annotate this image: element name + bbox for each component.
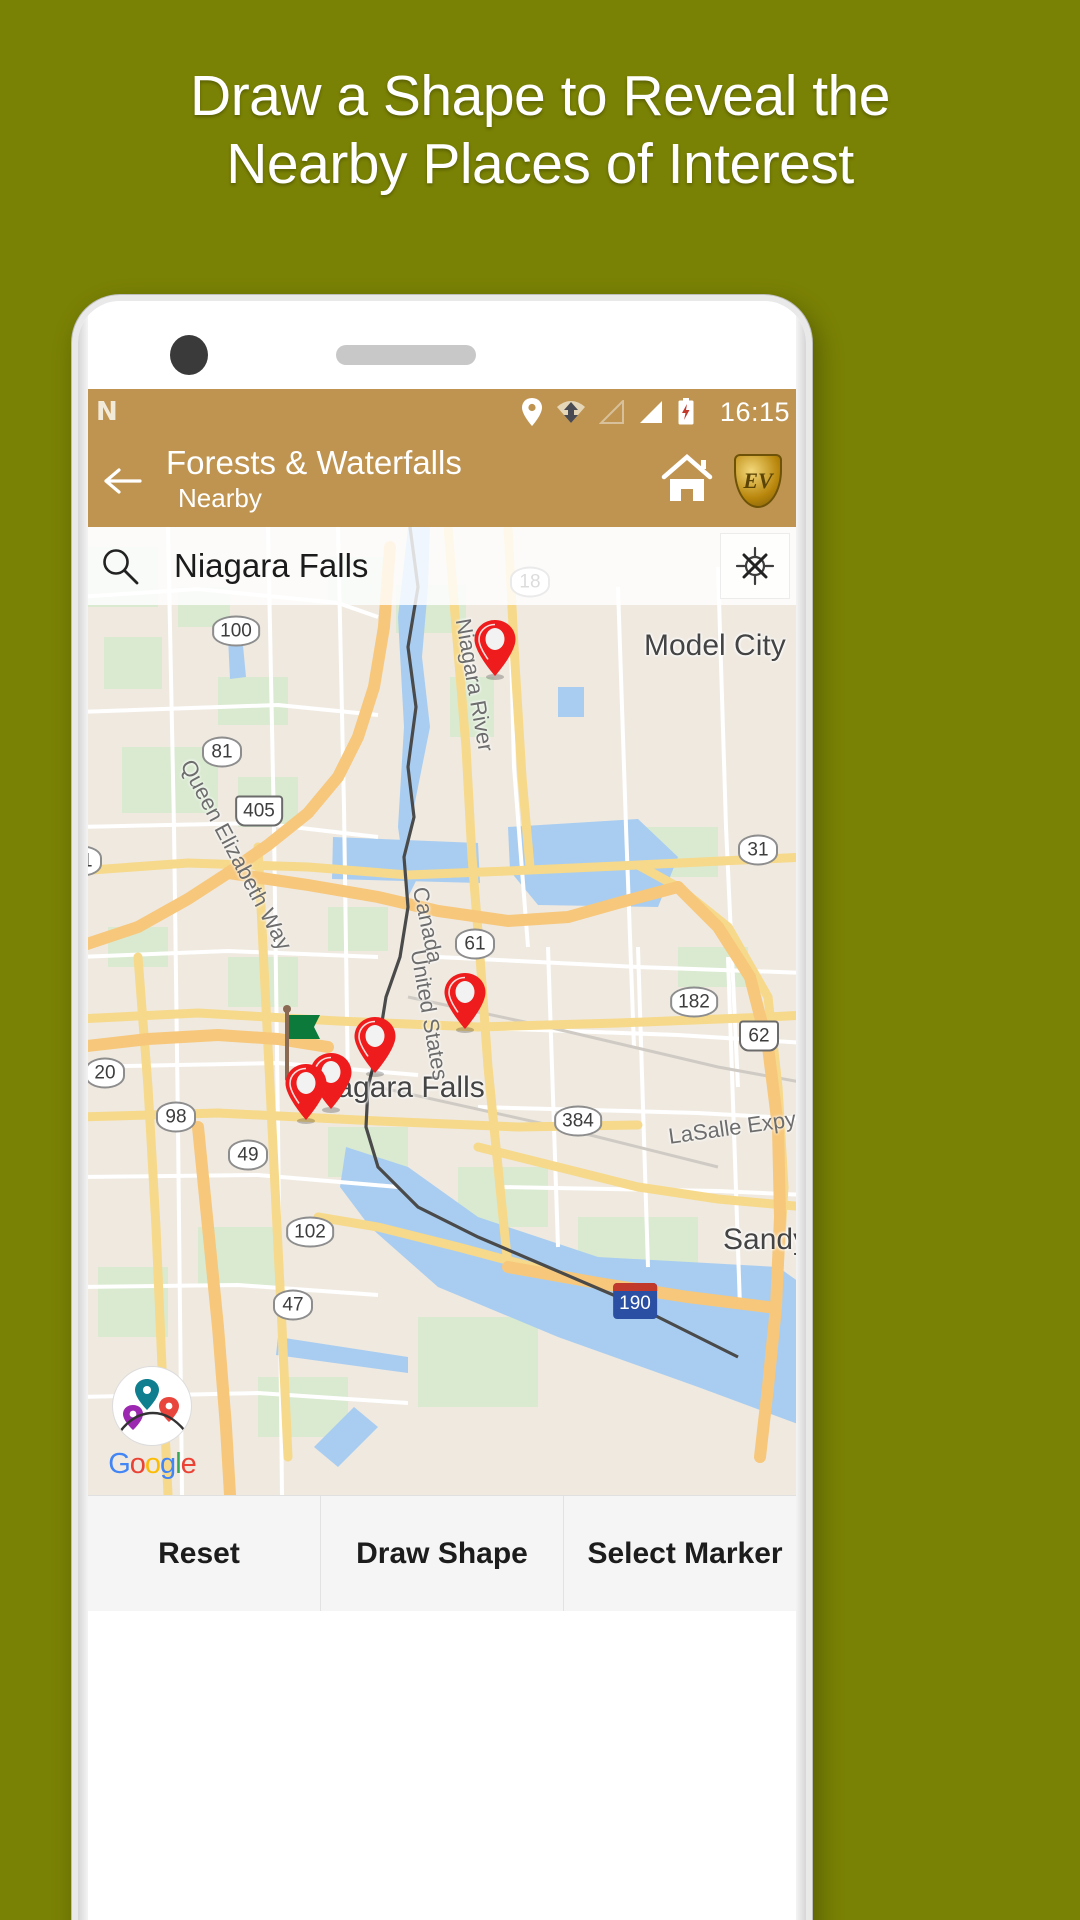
map-marker-pin[interactable] [442, 972, 488, 1034]
page-subtitle: Nearby [178, 482, 262, 513]
phone-frame: N 16:15 Forests & Waterfalls Nearby EV N… [72, 295, 812, 1920]
route-shield: 384 [554, 1105, 602, 1137]
signal-full-icon [639, 401, 662, 423]
back-arrow-icon [104, 468, 142, 494]
search-button[interactable] [100, 546, 156, 586]
map-place-label: Sandy Beach [723, 1223, 806, 1256]
map-marker-pin[interactable] [472, 619, 518, 681]
wifi-icon [556, 401, 585, 423]
google-attribution[interactable]: Google [98, 1366, 206, 1481]
promo-line-1: Draw a Shape to Reveal the [190, 64, 890, 128]
status-bar-left: N [96, 399, 118, 425]
route-shield: 98 [156, 1101, 196, 1133]
front-camera-icon [170, 335, 208, 375]
my-location-disabled-icon [735, 546, 775, 586]
route-shield: 102 [286, 1216, 334, 1248]
phone-top-bezel [78, 301, 806, 389]
status-bar-right: 16:15 [521, 397, 790, 428]
page-title: Forests & Waterfalls [166, 444, 462, 482]
phone-screen: N 16:15 Forests & Waterfalls Nearby EV N… [78, 301, 806, 1920]
route-shield: 190 [613, 1283, 657, 1319]
status-bar: N 16:15 [78, 389, 806, 435]
map-search-bar[interactable]: Niagara Falls [78, 527, 806, 605]
battery-charging-icon [677, 398, 695, 426]
nexus-n-logo-icon: N [96, 397, 118, 427]
search-input[interactable]: Niagara Falls [156, 547, 720, 585]
route-shield: 405 [235, 795, 283, 827]
select-marker-button[interactable]: Select Marker [564, 1496, 806, 1611]
promo-headline: Draw a Shape to Reveal the Nearby Places… [0, 62, 1080, 199]
route-shield: 47 [273, 1289, 313, 1321]
map-pins-icon [112, 1366, 192, 1446]
search-icon [103, 549, 139, 585]
route-shield: 20 [85, 1057, 125, 1089]
draw-shape-button[interactable]: Draw Shape [321, 1496, 564, 1611]
app-badge-icon[interactable]: EV [734, 454, 782, 508]
toolbar-titles: Forests & Waterfalls Nearby [166, 444, 660, 516]
route-shield: 62 [739, 1020, 779, 1052]
google-wordmark: Google [108, 1448, 197, 1480]
route-shield: 81 [202, 736, 242, 768]
app-toolbar: Forests & Waterfalls Nearby EV [78, 435, 806, 527]
route-shield: 31 [738, 834, 778, 866]
bottom-action-bar: Reset Draw Shape Select Marker [78, 1495, 806, 1611]
signal-empty-icon [598, 400, 624, 424]
reset-button[interactable]: Reset [78, 1496, 321, 1611]
route-shield: 100 [212, 615, 260, 647]
home-icon [661, 453, 713, 501]
map-marker-pin[interactable] [283, 1063, 329, 1125]
map-place-label: Model City [644, 629, 786, 662]
toolbar-actions: EV [660, 453, 788, 510]
promo-line-2: Nearby Places of Interest [226, 132, 854, 197]
map-marker-pin[interactable] [352, 1016, 398, 1078]
status-bar-clock: 16:15 [719, 396, 790, 427]
route-shield: 49 [228, 1139, 268, 1171]
map-container[interactable]: Niagara Falls BlairvilleModel CityNiagar… [78, 527, 806, 1495]
home-button[interactable] [660, 453, 714, 510]
route-shield: 61 [455, 928, 495, 960]
earpiece-speaker [336, 345, 476, 365]
my-location-button[interactable] [720, 533, 790, 599]
location-icon [521, 398, 542, 426]
route-shield: 182 [670, 986, 718, 1018]
back-button[interactable] [98, 466, 150, 496]
